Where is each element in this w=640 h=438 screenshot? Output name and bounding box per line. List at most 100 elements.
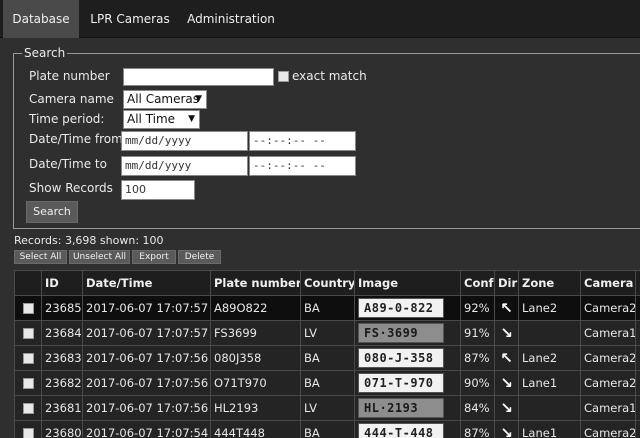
cell-country: LV [300, 395, 355, 421]
row-checkbox[interactable] [22, 328, 34, 339]
cell-plate-number: O71T970 [210, 370, 301, 396]
cell-camera: Camera2 [580, 420, 636, 438]
plate-image[interactable]: 071-T-970 [358, 373, 444, 393]
cell-zone: Lane2 [518, 295, 581, 321]
top-nav: Database LPR Cameras Administration [0, 0, 640, 38]
col-zone[interactable]: Zone [518, 270, 581, 296]
tab-database[interactable]: Database [3, 0, 79, 38]
cell-image: 071-T-970 [354, 370, 461, 396]
col-datetime[interactable]: Date/Time [82, 270, 211, 296]
cell-country: BA [300, 420, 355, 438]
cell-image: HL·2193 [354, 395, 461, 421]
search-button[interactable]: Search [26, 201, 78, 223]
cell-datetime: 2017-06-07 17:07:57 [82, 295, 211, 321]
cell-image: 080-J-358 [354, 345, 461, 371]
results-table: ID Date/Time Plate number Country Image … [14, 270, 640, 438]
cell-camera: Camera1 [580, 395, 636, 421]
exact-match-checkbox[interactable] [278, 71, 289, 82]
table-row[interactable]: 23685 2017-06-07 17:07:57 A89O822 BA A89-0-8… [14, 295, 640, 321]
col-id[interactable]: ID [41, 270, 83, 296]
col-image[interactable]: Image [354, 270, 461, 296]
direction-arrow-icon: ↘ [494, 370, 519, 396]
col-country[interactable]: Country [300, 270, 355, 296]
col-select [14, 270, 42, 296]
col-extra [635, 270, 640, 296]
show-records-input[interactable]: 100 [121, 180, 195, 200]
cell-datetime: 2017-06-07 17:07:54 [82, 420, 211, 438]
camera-name-select[interactable]: All Cameras ▼ [123, 90, 207, 109]
direction-arrow-icon: ↘ [494, 395, 519, 421]
row-select-cell [14, 370, 42, 396]
table-row[interactable]: 23683 2017-06-07 17:07:56 080J358 BA 080-J-3… [14, 345, 640, 371]
cell-conf: 87% [460, 420, 495, 438]
unselect-all-button[interactable]: Unselect All [69, 250, 130, 264]
camera-name-label: Camera name [29, 92, 114, 106]
cell-plate-number: A89O822 [210, 295, 301, 321]
plate-image[interactable]: A89-0-822 [358, 298, 444, 318]
time-to-input[interactable]: --:--:-- -- [249, 156, 356, 176]
time-period-select[interactable]: All Time ▼ [123, 110, 200, 129]
cell-country: LV [300, 320, 355, 346]
cell-country: BA [300, 345, 355, 371]
cell-zone [518, 320, 581, 346]
date-from-label: Date/Time from [29, 132, 123, 146]
time-from-input[interactable]: --:--:-- -- [249, 131, 356, 151]
col-dir[interactable]: Dir [494, 270, 519, 296]
table-row[interactable]: 23681 2017-06-07 17:07:56 HL2193 LV HL·2193 8… [14, 395, 640, 421]
row-checkbox[interactable] [22, 428, 34, 438]
search-legend: Search [24, 46, 66, 60]
plate-image[interactable]: HL·2193 [358, 398, 444, 418]
table-row[interactable]: 23684 2017-06-07 17:07:57 FS3699 LV FS·3699 9… [14, 320, 640, 346]
plate-image[interactable]: 444-T-448 [358, 423, 444, 438]
cell-country: BA [300, 295, 355, 321]
row-select-cell [14, 295, 42, 321]
cell-camera: Camera1 [580, 320, 636, 346]
cell-datetime: 2017-06-07 17:07:56 [82, 370, 211, 396]
select-all-button[interactable]: Select All [14, 250, 67, 264]
cell-plate-number: HL2193 [210, 395, 301, 421]
plate-image[interactable]: 080-J-358 [358, 348, 444, 368]
cell-conf: 92% [460, 295, 495, 321]
cell-extra [635, 420, 640, 438]
cell-country: BA [300, 370, 355, 396]
tab-administration[interactable]: Administration [182, 0, 280, 38]
table-row[interactable]: 23680 2017-06-07 17:07:54 444T448 BA 444-T-4… [14, 420, 640, 438]
cell-id: 23685 [41, 295, 83, 321]
cell-zone: Lane2 [518, 345, 581, 371]
cell-conf: 91% [460, 320, 495, 346]
table-row[interactable]: 23682 2017-06-07 17:07:56 O71T970 BA 071-T-9… [14, 370, 640, 396]
chevron-down-icon: ▼ [188, 114, 195, 124]
cell-conf: 84% [460, 395, 495, 421]
table-header-row: ID Date/Time Plate number Country Image … [14, 270, 640, 296]
tab-lpr-cameras[interactable]: LPR Cameras [82, 0, 178, 38]
col-plate-number[interactable]: Plate number [210, 270, 301, 296]
col-camera[interactable]: Camera [580, 270, 636, 296]
row-checkbox[interactable] [22, 378, 34, 389]
time-period-value: All Time [127, 112, 176, 126]
date-from-input[interactable]: mm/dd/yyyy [121, 131, 248, 151]
cell-zone [518, 395, 581, 421]
row-checkbox[interactable] [22, 303, 34, 314]
export-button[interactable]: Export [132, 250, 176, 264]
plate-image[interactable]: FS·3699 [358, 323, 444, 343]
delete-button[interactable]: Delete [178, 250, 221, 264]
cell-plate-number: 444T448 [210, 420, 301, 438]
cell-extra [635, 320, 640, 346]
row-checkbox[interactable] [22, 403, 34, 414]
chevron-down-icon: ▼ [195, 94, 202, 104]
cell-id: 23680 [41, 420, 83, 438]
date-to-input[interactable]: mm/dd/yyyy [121, 156, 248, 176]
cell-plate-number: FS3699 [210, 320, 301, 346]
cell-extra [635, 345, 640, 371]
cell-datetime: 2017-06-07 17:07:56 [82, 345, 211, 371]
row-checkbox[interactable] [22, 353, 34, 364]
camera-name-value: All Cameras [127, 92, 200, 106]
col-conf[interactable]: Conf [460, 270, 495, 296]
cell-datetime: 2017-06-07 17:07:57 [82, 320, 211, 346]
plate-number-input[interactable] [123, 68, 274, 86]
date-to-label: Date/Time to [29, 157, 107, 171]
cell-camera: Camera2 [580, 345, 636, 371]
cell-zone: Lane1 [518, 420, 581, 438]
row-select-cell [14, 395, 42, 421]
cell-image: FS·3699 [354, 320, 461, 346]
